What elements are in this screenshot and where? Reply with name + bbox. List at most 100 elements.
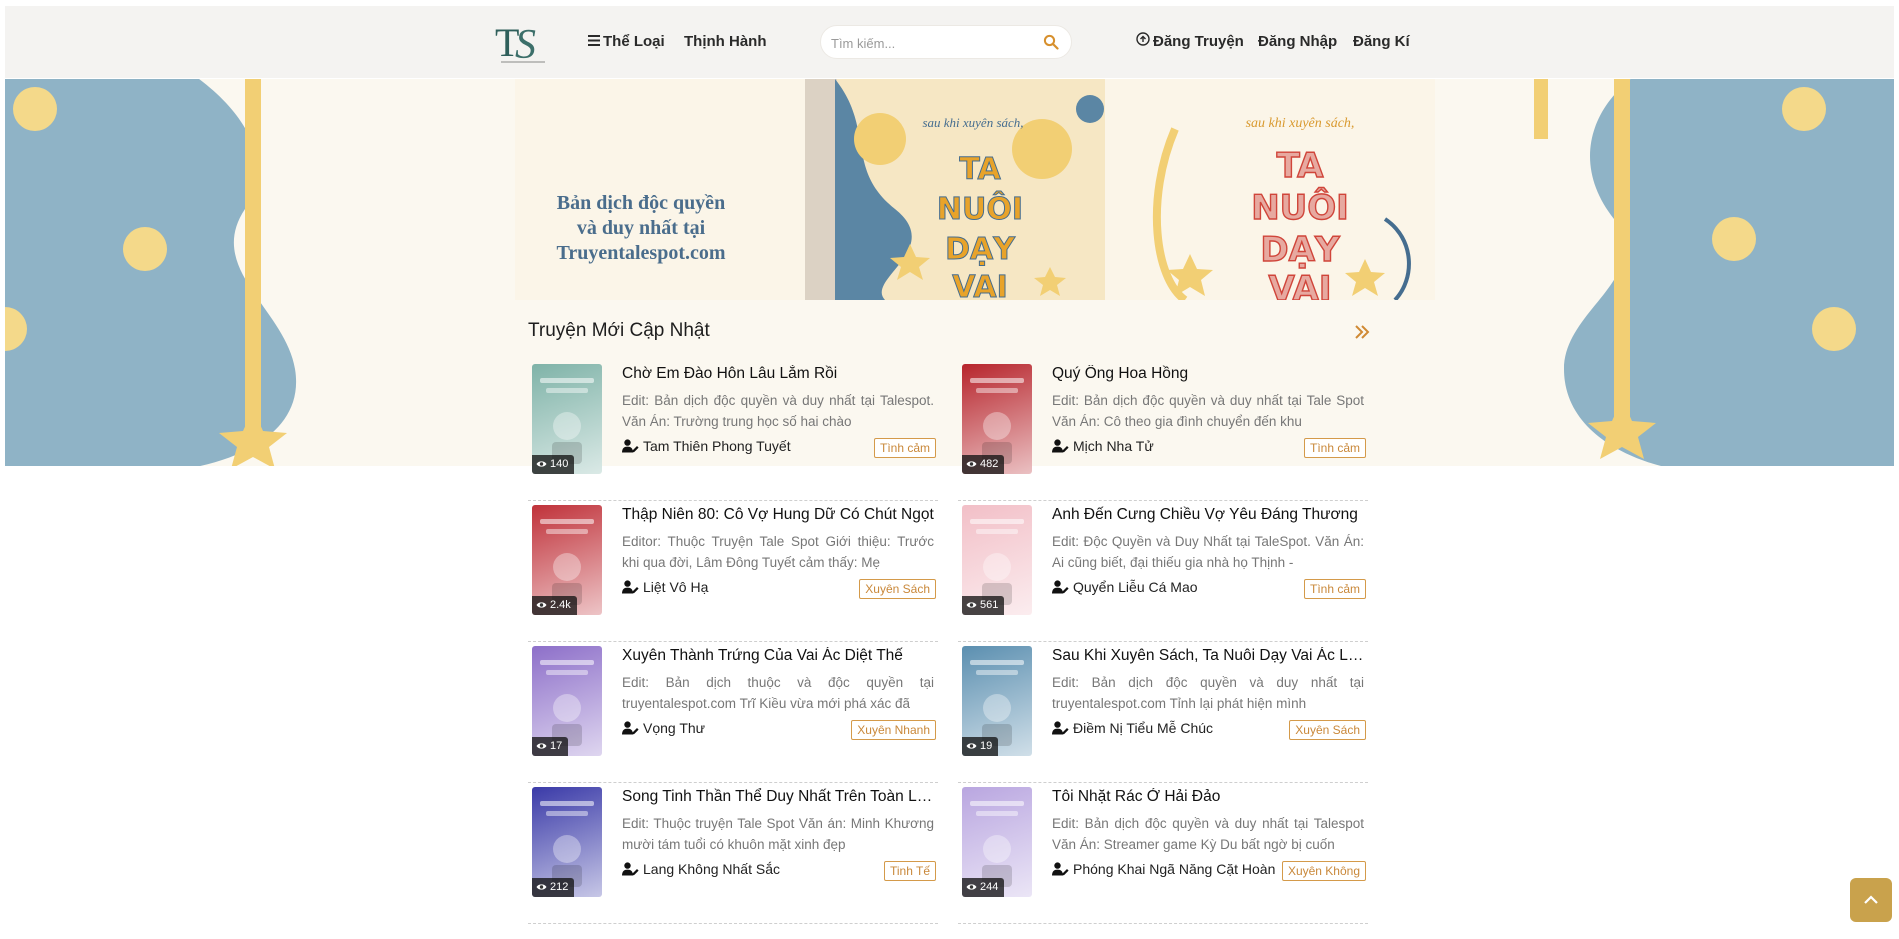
hero-background: Bản dịch độc quyền và duy nhất tại Truye… [5, 79, 1894, 466]
view-count-badge: 140 [532, 455, 575, 474]
view-count-badge: 561 [962, 596, 1005, 615]
eye-icon [536, 884, 547, 890]
nav-login[interactable]: Đăng Nhập [1258, 6, 1337, 78]
story-card[interactable]: 17 Xuyên Thành Trứng Của Vai Ác Diệt Thế… [528, 642, 938, 783]
nav-register[interactable]: Đăng Kí [1353, 6, 1410, 78]
genre-tag[interactable]: Tình cảm [1303, 438, 1366, 458]
genre-tag[interactable]: Xuyên Không [1281, 861, 1366, 881]
view-count-badge: 244 [962, 878, 1005, 897]
story-card[interactable]: 244 Tôi Nhặt Rác Ở Hải Đảo Edit: Bản dịc… [958, 783, 1368, 924]
story-author[interactable]: Tam Thiên Phong Tuyết [622, 438, 791, 454]
eye-icon [966, 743, 977, 749]
genre-tag[interactable]: Tình cảm [873, 438, 936, 458]
genre-tag[interactable]: Xuyên Nhanh [851, 720, 936, 740]
svg-text:VAI: VAI [952, 270, 1008, 300]
banner-line-1: Bản dịch độc quyền [556, 192, 726, 214]
story-description: Edit: Bản dịch thuộc và độc quyền tại tr… [622, 675, 934, 711]
story-author[interactable]: Liệt Vô Hạ [622, 579, 708, 595]
story-description: Edit: Thuộc truyện Tale Spot Văn án: Min… [622, 816, 934, 852]
double-chevron-right-icon[interactable] [1354, 324, 1372, 342]
nav-categories[interactable]: Thể Loại [588, 6, 665, 78]
story-description: Edit: Bản dịch độc quyền và duy nhất tại… [1052, 393, 1364, 429]
story-card[interactable]: 212 Song Tinh Thần Thể Duy Nhất Trên Toà… [528, 783, 938, 924]
eye-icon [536, 602, 547, 608]
genre-tag[interactable]: Xuyên Sách [1289, 720, 1366, 740]
banner-book-subtitle: sau khi xuyên sách, [922, 115, 1023, 130]
user-edit-icon [1052, 862, 1069, 876]
view-count-badge: 482 [962, 455, 1005, 474]
story-description: Editor: Thuộc Truyện Tale Spot Giới thiệ… [622, 534, 934, 570]
story-cover[interactable]: 482 [962, 364, 1032, 474]
view-count-badge: 212 [532, 878, 575, 897]
hero-decoration-left [5, 79, 297, 466]
story-card[interactable]: 482 Quý Ông Hoa Hồng Edit: Bản dịch độc … [958, 360, 1368, 501]
chevron-up-icon [1864, 895, 1878, 904]
story-title[interactable]: Chờ Em Đào Hôn Lâu Lắm Rồi [622, 365, 934, 383]
genre-tag[interactable]: Tình cảm [1303, 579, 1366, 599]
story-card[interactable]: 2.4k Thập Niên 80: Cô Vợ Hung Dữ Có Chút… [528, 501, 938, 642]
genre-tag[interactable]: Xuyên Sách [859, 579, 936, 599]
author-name: Liệt Vô Hạ [643, 579, 709, 595]
story-description: Edit: Độc Quyền và Duy Nhất tại TaleSpot… [1052, 534, 1364, 570]
story-title[interactable]: Anh Đến Cưng Chiều Vợ Yêu Đáng Thương [1052, 506, 1364, 524]
top-navbar: T S Thể Loại Thịnh Hành Đăng Truyện Đ [5, 6, 1894, 78]
view-count: 212 [550, 881, 569, 893]
story-cover[interactable]: 140 [532, 364, 602, 474]
svg-text:DẠY: DẠY [1260, 230, 1340, 270]
story-author[interactable]: Mịch Nha Tử [1052, 438, 1154, 454]
search-icon[interactable] [1043, 34, 1061, 52]
story-author[interactable]: Phóng Khai Ngã Năng Cặt Hoàn [1052, 861, 1275, 877]
story-title[interactable]: Thập Niên 80: Cô Vợ Hung Dữ Có Chút Ngọt [622, 506, 934, 524]
user-edit-icon [622, 721, 639, 735]
story-author[interactable]: Lang Không Nhất Sắc [622, 861, 780, 877]
story-card[interactable]: 561 Anh Đến Cưng Chiều Vợ Yêu Đáng Thươn… [958, 501, 1368, 642]
user-edit-icon [1052, 439, 1069, 453]
banner-line-2: và duy nhất tại [576, 217, 706, 239]
author-name: Quyển Liễu Cá Mao [1073, 579, 1198, 595]
user-edit-icon [1052, 721, 1069, 735]
story-author[interactable]: Quyển Liễu Cá Mao [1052, 579, 1198, 595]
view-count: 482 [980, 458, 999, 470]
promo-banner[interactable]: Bản dịch độc quyền và duy nhất tại Truye… [515, 79, 1435, 300]
banner-line-3: Truyentalespot.com [556, 242, 726, 264]
search-input[interactable] [831, 33, 1031, 53]
hero-decoration-right [1534, 79, 1894, 466]
view-count: 561 [980, 599, 999, 611]
story-cover[interactable]: 244 [962, 787, 1032, 897]
nav-post-story[interactable]: Đăng Truyện [1136, 6, 1244, 78]
view-count-badge: 2.4k [532, 596, 577, 615]
eye-icon [966, 602, 977, 608]
story-cover[interactable]: 212 [532, 787, 602, 897]
story-cover[interactable]: 19 [962, 646, 1032, 756]
nav-categories-label: Thể Loại [603, 33, 665, 50]
upload-circle-icon [1136, 6, 1150, 78]
view-count-badge: 19 [962, 737, 999, 756]
story-title[interactable]: Song Tinh Thần Thể Duy Nhất Trên Toàn Li… [622, 788, 934, 806]
story-author[interactable]: Điềm Nị Tiểu Mễ Chúc [1052, 720, 1213, 736]
banner-tagline: Bản dịch độc quyền và duy nhất tại Truye… [521, 191, 761, 266]
story-title[interactable]: Xuyên Thành Trứng Của Vai Ác Diệt Thế [622, 647, 934, 665]
genre-tag[interactable]: Tinh Tế [883, 861, 936, 881]
svg-text:TA: TA [959, 152, 1001, 187]
story-cover[interactable]: 2.4k [532, 505, 602, 615]
nav-trending[interactable]: Thịnh Hành [684, 6, 767, 78]
author-name: Vọng Thư [643, 720, 706, 736]
story-author[interactable]: Vọng Thư [622, 720, 705, 736]
back-to-top-button[interactable] [1850, 878, 1892, 922]
search-box [820, 25, 1072, 59]
section-title: Truyện Mới Cập Nhật [528, 320, 710, 341]
story-cover[interactable]: 17 [532, 646, 602, 756]
user-edit-icon [622, 439, 639, 453]
story-card[interactable]: 140 Chờ Em Đào Hôn Lâu Lắm Rồi Edit: Bản… [528, 360, 938, 501]
story-title[interactable]: Quý Ông Hoa Hồng [1052, 365, 1364, 383]
site-logo[interactable]: T S [495, 18, 551, 68]
user-edit-icon [1052, 580, 1069, 594]
story-title[interactable]: Sau Khi Xuyên Sách, Ta Nuôi Dạy Vai Ác L… [1052, 647, 1364, 665]
user-edit-icon [622, 862, 639, 876]
story-title[interactable]: Tôi Nhặt Rác Ở Hải Đảo [1052, 788, 1364, 806]
story-cover[interactable]: 561 [962, 505, 1032, 615]
story-description: Edit: Bản dịch độc quyền và duy nhất tại… [1052, 816, 1364, 852]
story-card[interactable]: 19 Sau Khi Xuyên Sách, Ta Nuôi Dạy Vai Á… [958, 642, 1368, 783]
view-count: 17 [550, 740, 563, 752]
nav-login-label: Đăng Nhập [1258, 33, 1338, 50]
